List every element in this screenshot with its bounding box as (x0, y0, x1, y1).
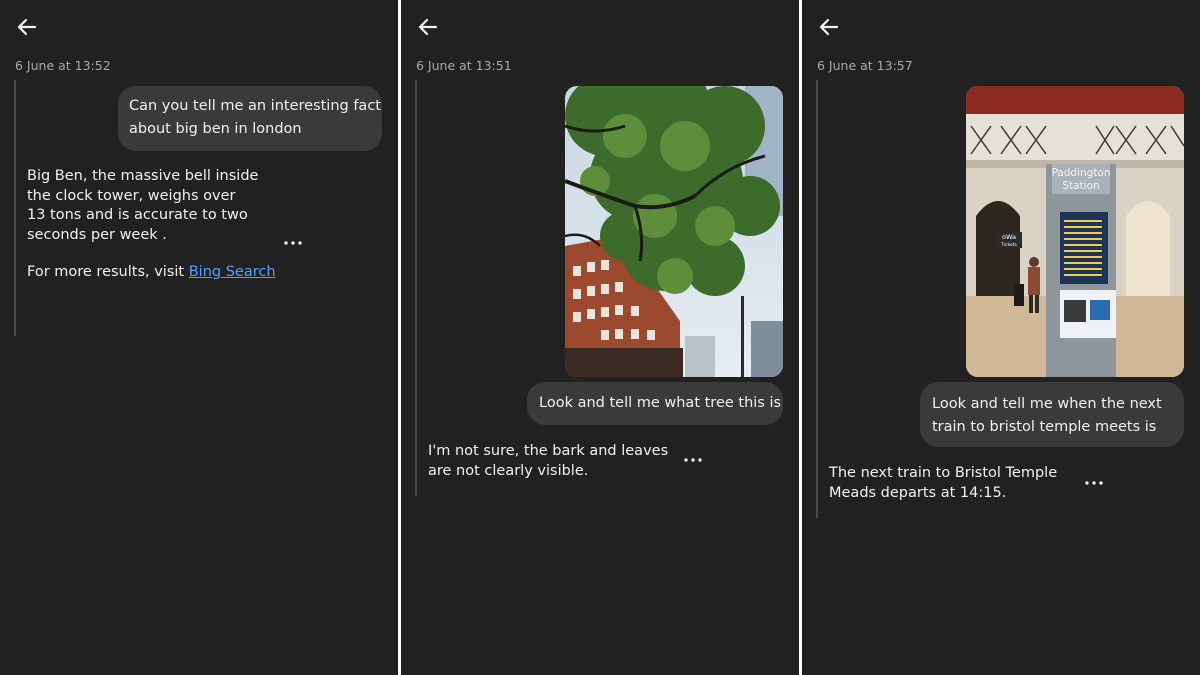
photo-shop-sign-1: oWa (1002, 233, 1016, 241)
app-screenshot: 6 June at 13:52 Can you tell me an inter… (0, 0, 1200, 675)
bing-search-link[interactable]: Bing Search (189, 264, 276, 280)
more-options-icon[interactable] (1083, 476, 1105, 490)
thread-line (415, 80, 417, 496)
thread-line (816, 80, 818, 518)
ai-response-line: Meads departs at 14:15. (829, 484, 1007, 501)
message-timestamp: 6 June at 13:57 (817, 58, 913, 73)
ai-response-line: Big Ben, the massive bell inside (27, 168, 259, 184)
message-timestamp: 6 June at 13:51 (416, 58, 512, 73)
photo-shop-sign-2: Tickets (1000, 242, 1017, 248)
back-arrow-icon[interactable] (415, 14, 441, 40)
ai-response-line: 13 tons and is accurate to two (27, 207, 248, 223)
ai-response: I'm not sure, the bark and leaves are no… (428, 442, 668, 481)
user-message-line: about big ben in london (129, 121, 302, 137)
user-message-bubble: Look and tell me when the next train to … (920, 382, 1184, 447)
user-message-line: Look and tell me when the next (932, 396, 1162, 412)
station-photo[interactable]: Paddington Station oWa Tickets (966, 86, 1184, 377)
chat-panel-1: 6 June at 13:52 Can you tell me an inter… (0, 0, 398, 675)
tree-photo[interactable] (565, 86, 783, 377)
user-message-line: train to bristol temple meets is (932, 419, 1157, 435)
ai-response-line: I'm not sure, the bark and leaves (428, 443, 669, 459)
message-timestamp: 6 June at 13:52 (15, 58, 111, 73)
back-arrow-icon[interactable] (816, 14, 842, 40)
chat-panel-2: 6 June at 13:51 Look and tell me what tr… (401, 0, 799, 675)
ai-response-line: The next train to Bristol Temple (829, 465, 1058, 481)
more-options-icon[interactable] (682, 453, 704, 467)
thread-line (14, 80, 16, 336)
ai-response-line: are not clearly visible. (428, 462, 589, 479)
ai-response-line: seconds per week . (27, 226, 167, 243)
ai-response: Big Ben, the massive bell inside the clo… (27, 167, 276, 283)
chat-panel-3: 6 June at 13:57 Paddington Station oWa T… (802, 0, 1200, 675)
ai-response-line: the clock tower, weighs over (27, 187, 236, 204)
more-results-text: For more results, visit (27, 264, 189, 280)
photo-sign-line-2: Station (1062, 180, 1099, 192)
back-arrow-icon[interactable] (14, 14, 40, 40)
more-options-icon[interactable] (282, 236, 304, 250)
user-message-line: Can you tell me an interesting fact (129, 98, 381, 114)
more-results-line: For more results, visit Bing Search (27, 263, 276, 283)
user-message-bubble: Look and tell me what tree this is (527, 382, 783, 425)
photo-sign-line-1: Paddington (1051, 167, 1110, 179)
ai-response: The next train to Bristol Temple Meads d… (829, 464, 1057, 503)
user-message-bubble: Can you tell me an interesting fact abou… (118, 86, 382, 151)
user-message-line: Look and tell me what tree this is (539, 395, 782, 411)
